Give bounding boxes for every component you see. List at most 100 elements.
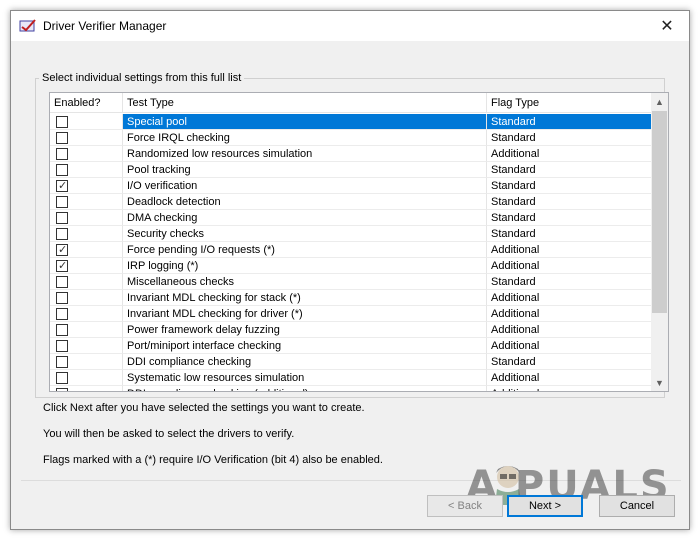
table-row[interactable]: Miscellaneous checks Standard xyxy=(50,274,653,290)
test-type-cell: DMA checking xyxy=(123,210,487,226)
enabled-checkbox[interactable] xyxy=(56,308,68,320)
enabled-checkbox[interactable] xyxy=(56,116,68,128)
scroll-down-button[interactable]: ▼ xyxy=(651,374,668,391)
cancel-button[interactable]: Cancel xyxy=(599,495,675,517)
table-row[interactable]: Invariant MDL checking for stack (*) Addi… xyxy=(50,290,653,306)
vertical-scrollbar[interactable]: ▲ ▼ xyxy=(651,93,668,391)
enabled-checkbox[interactable]: ✓ xyxy=(56,244,68,256)
title-bar[interactable]: Driver Verifier Manager ✕ xyxy=(11,11,689,41)
test-type-cell: Port/miniport interface checking xyxy=(123,338,487,354)
enabled-checkbox[interactable] xyxy=(56,148,68,160)
flag-type-cell: Standard xyxy=(487,162,653,178)
table-row[interactable]: DDI compliance checking Standard xyxy=(50,354,653,370)
enabled-cell xyxy=(50,322,123,338)
enabled-cell xyxy=(50,162,123,178)
flag-type-cell: Standard xyxy=(487,130,653,146)
table-row[interactable]: DMA checking Standard xyxy=(50,210,653,226)
table-row[interactable]: Force IRQL checking Standard xyxy=(50,130,653,146)
column-header-flag-type[interactable]: Flag Type xyxy=(487,93,653,113)
chevron-up-icon: ▲ xyxy=(655,96,664,107)
enabled-cell xyxy=(50,194,123,210)
test-type-cell: Invariant MDL checking for stack (*) xyxy=(123,290,487,306)
scroll-up-button[interactable]: ▲ xyxy=(651,93,668,110)
enabled-cell: ✓ xyxy=(50,242,123,258)
flag-type-cell: Standard xyxy=(487,194,653,210)
chevron-down-icon: ▼ xyxy=(655,377,664,388)
test-type-cell: Systematic low resources simulation xyxy=(123,370,487,386)
enabled-checkbox[interactable] xyxy=(56,340,68,352)
back-button[interactable]: < Back xyxy=(427,495,503,517)
enabled-cell xyxy=(50,386,123,391)
enabled-checkbox[interactable] xyxy=(56,292,68,304)
enabled-checkbox[interactable] xyxy=(56,324,68,336)
enabled-cell xyxy=(50,130,123,146)
checkmark-icon: ✓ xyxy=(58,244,68,256)
enabled-cell xyxy=(50,210,123,226)
table-row[interactable]: Special pool Standard xyxy=(50,114,653,130)
enabled-cell xyxy=(50,338,123,354)
column-header-enabled[interactable]: Enabled? xyxy=(50,93,123,113)
driver-verifier-icon xyxy=(19,19,36,32)
table-row[interactable]: DDI compliance checking (additional)Addi… xyxy=(50,386,653,391)
enabled-checkbox[interactable] xyxy=(56,132,68,144)
flag-type-cell: Standard xyxy=(487,226,653,242)
window-title: Driver Verifier Manager xyxy=(43,19,167,33)
enabled-checkbox[interactable] xyxy=(56,372,68,384)
flag-type-cell: Standard xyxy=(487,178,653,194)
settings-list[interactable]: Enabled? Test Type Flag Type Special poo… xyxy=(49,92,669,392)
test-type-cell: IRP logging (*) xyxy=(123,258,487,274)
flag-type-cell: Additional xyxy=(487,370,653,386)
scroll-thumb[interactable] xyxy=(652,111,667,313)
test-type-cell: Power framework delay fuzzing xyxy=(123,322,487,338)
info-flags-note: Flags marked with a (*) require I/O Veri… xyxy=(43,454,383,466)
flag-type-cell: Additional xyxy=(487,146,653,162)
enabled-cell xyxy=(50,114,123,130)
table-row[interactable]: ✓ IRP logging (*) Additional xyxy=(50,258,653,274)
test-type-cell: Pool tracking xyxy=(123,162,487,178)
enabled-checkbox[interactable] xyxy=(56,164,68,176)
flag-type-cell: Additional xyxy=(487,306,653,322)
table-row[interactable]: ✓ Force pending I/O requests (*) Additiona… xyxy=(50,242,653,258)
test-type-cell: Miscellaneous checks xyxy=(123,274,487,290)
test-type-cell: Force pending I/O requests (*) xyxy=(123,242,487,258)
enabled-checkbox[interactable] xyxy=(56,196,68,208)
flag-type-cell: Standard xyxy=(487,274,653,290)
test-type-cell: DDI compliance checking (additional) xyxy=(123,386,487,391)
table-row[interactable]: Power framework delay fuzzing Additional xyxy=(50,322,653,338)
table-row[interactable]: Randomized low resources simulation Addit… xyxy=(50,146,653,162)
close-button[interactable]: ✕ xyxy=(645,11,689,41)
next-button[interactable]: Next > xyxy=(507,495,583,517)
table-row[interactable]: Deadlock detection Standard xyxy=(50,194,653,210)
enabled-checkbox[interactable] xyxy=(56,228,68,240)
checkmark-icon: ✓ xyxy=(58,180,68,192)
test-type-cell: DDI compliance checking xyxy=(123,354,487,370)
enabled-cell xyxy=(50,226,123,242)
enabled-checkbox[interactable]: ✓ xyxy=(56,260,68,272)
close-icon: ✕ xyxy=(660,18,674,35)
table-row[interactable]: Port/miniport interface checking Addition… xyxy=(50,338,653,354)
enabled-cell xyxy=(50,370,123,386)
enabled-checkbox[interactable] xyxy=(56,212,68,224)
enabled-cell: ✓ xyxy=(50,178,123,194)
enabled-checkbox[interactable]: ✓ xyxy=(56,180,68,192)
table-row[interactable]: Systematic low resources simulation Addit… xyxy=(50,370,653,386)
table-row[interactable]: Security checks Standard xyxy=(50,226,653,242)
enabled-cell xyxy=(50,306,123,322)
enabled-checkbox[interactable] xyxy=(56,276,68,288)
test-type-cell: Force IRQL checking xyxy=(123,130,487,146)
info-next-instruction: Click Next after you have selected the s… xyxy=(43,402,365,414)
table-row[interactable]: ✓ I/O verification Standard xyxy=(50,178,653,194)
flag-type-cell: Additional xyxy=(487,242,653,258)
table-row[interactable]: Pool tracking Standard xyxy=(50,162,653,178)
test-type-cell: Randomized low resources simulation xyxy=(123,146,487,162)
test-type-cell: Deadlock detection xyxy=(123,194,487,210)
driver-verifier-window: Driver Verifier Manager ✕ Select individ… xyxy=(10,10,690,530)
settings-group-label: Select individual settings from this ful… xyxy=(39,72,245,84)
test-type-cell: Invariant MDL checking for driver (*) xyxy=(123,306,487,322)
enabled-checkbox[interactable] xyxy=(56,356,68,368)
enabled-checkbox[interactable] xyxy=(56,388,68,391)
flag-type-cell: Additional xyxy=(487,258,653,274)
column-header-test-type[interactable]: Test Type xyxy=(123,93,487,113)
table-row[interactable]: Invariant MDL checking for driver (*) Add… xyxy=(50,306,653,322)
flag-type-cell: Additional xyxy=(487,290,653,306)
